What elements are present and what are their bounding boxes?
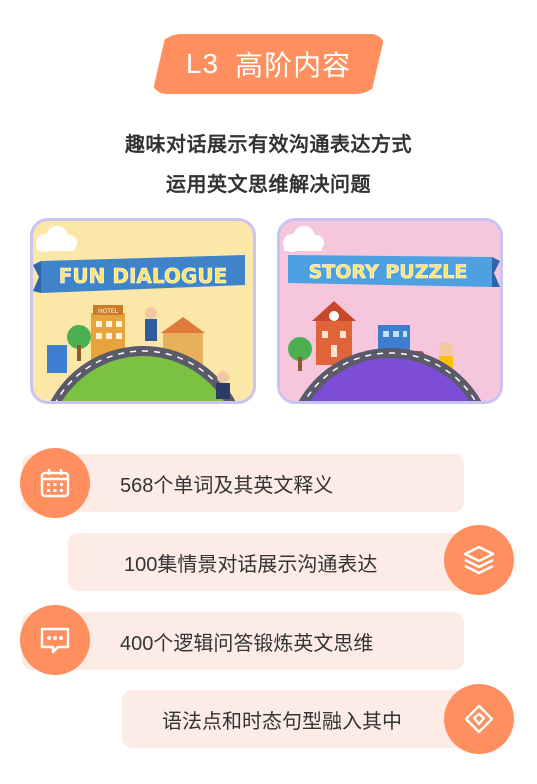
feature-text: 语法点和时态句型融入其中	[162, 710, 402, 733]
hotel-sign: HOTEL	[98, 308, 119, 315]
description-line-1: 趣味对话展示有效沟通表达方式	[125, 134, 412, 156]
story-puzzle-card[interactable]: STORY PUZZLE	[277, 218, 503, 404]
story-puzzle-illustration: STORY PUZZLE	[280, 221, 500, 401]
description-line-2: 运用英文思维解决问题	[166, 174, 371, 196]
level-label: L3	[185, 48, 220, 79]
level-badge: L3 高阶内容	[152, 34, 385, 94]
feature-row-dialogues: 100集情景对话展示沟通表达	[68, 533, 478, 591]
feature-row-grammar: 语法点和时态句型融入其中	[122, 690, 478, 748]
feature-text: 400个逻辑问答锻炼英文思维	[120, 632, 374, 655]
diamond-tag-icon	[444, 684, 514, 754]
feature-text: 568个单词及其英文释义	[120, 474, 334, 497]
feature-text: 100集情景对话展示沟通表达	[124, 553, 378, 576]
layers-icon	[444, 525, 514, 595]
fun-dialogue-banner-text: FUN DIALOGUE	[59, 264, 227, 288]
calendar-icon	[20, 448, 90, 518]
fun-dialogue-card[interactable]: FUN DIALOGUE HOTEL	[30, 218, 256, 404]
chat-bubble-icon	[20, 605, 90, 675]
fun-dialogue-illustration: FUN DIALOGUE HOTEL	[33, 221, 253, 401]
story-puzzle-banner-text: STORY PUZZLE	[309, 261, 468, 283]
level-title: 高阶内容	[235, 50, 352, 81]
